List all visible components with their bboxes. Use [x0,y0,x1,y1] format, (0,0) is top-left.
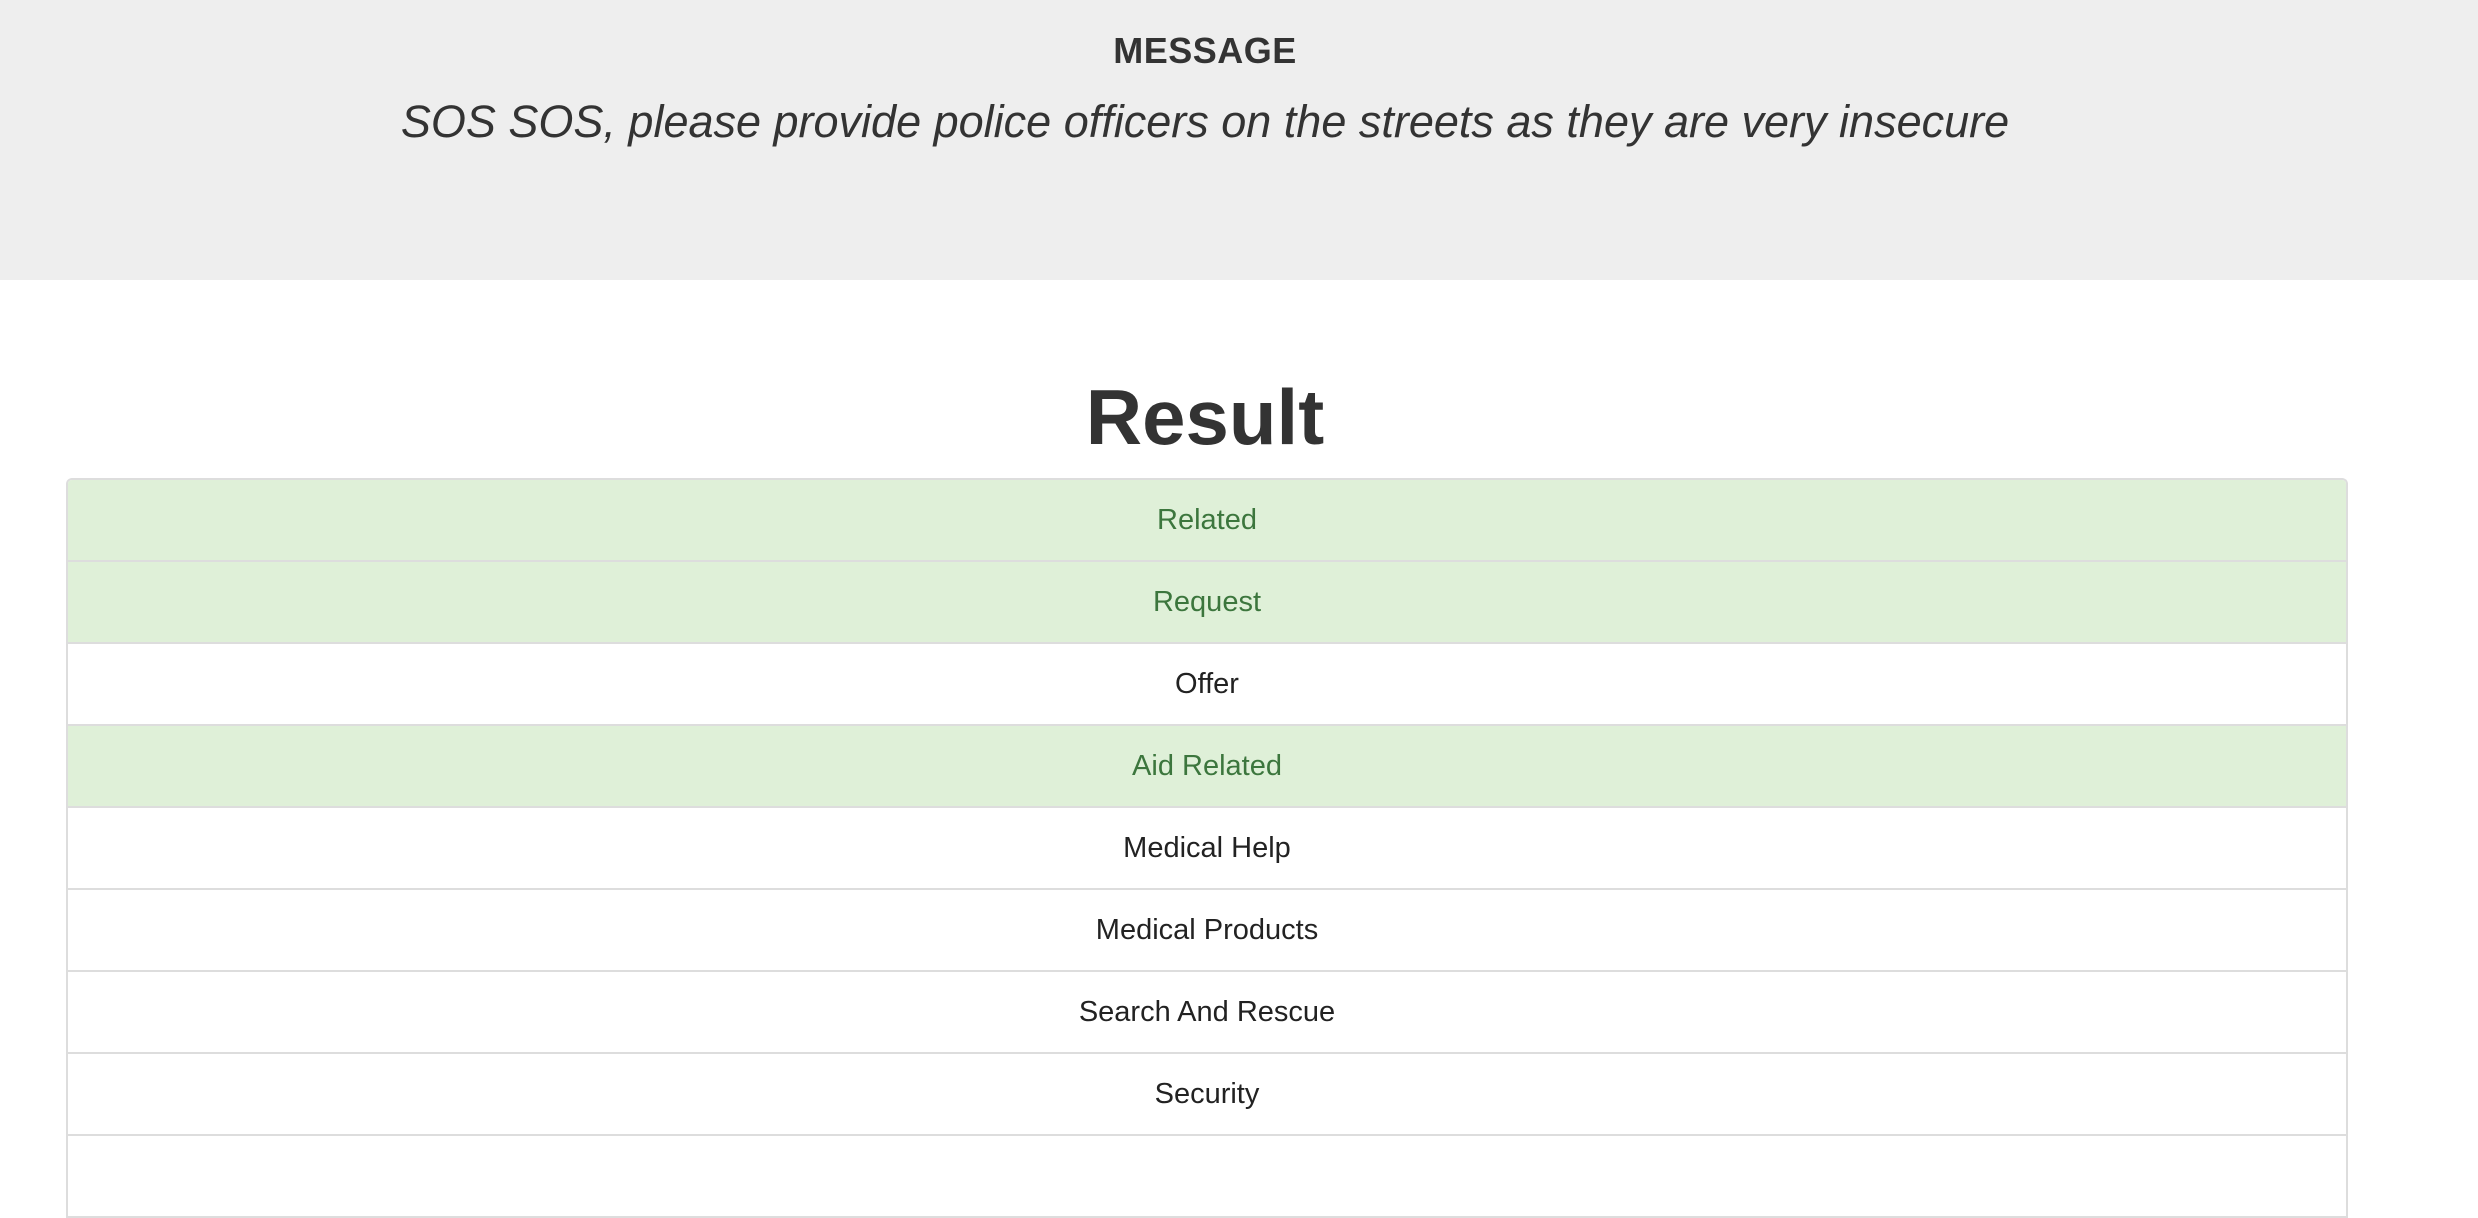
category-item-next [68,1136,2346,1218]
message-heading: MESSAGE [1113,30,1297,71]
result-title: Result [1085,373,1325,461]
category-item-medical-products: Medical Products [68,890,2346,972]
category-item-medical-help: Medical Help [68,808,2346,890]
category-item-security: Security [68,1054,2346,1136]
category-list: Related Request Offer Aid Related Medica… [66,478,2348,1218]
message-text: SOS SOS, please provide police officers … [400,96,2010,147]
message-jumbotron: MESSAGE SOS SOS, please provide police o… [0,0,2478,280]
category-item-offer: Offer [68,644,2346,726]
category-item-search-and-rescue: Search And Rescue [68,972,2346,1054]
category-item-related: Related [68,480,2346,562]
category-item-aid-related: Aid Related [68,726,2346,808]
category-item-request: Request [68,562,2346,644]
